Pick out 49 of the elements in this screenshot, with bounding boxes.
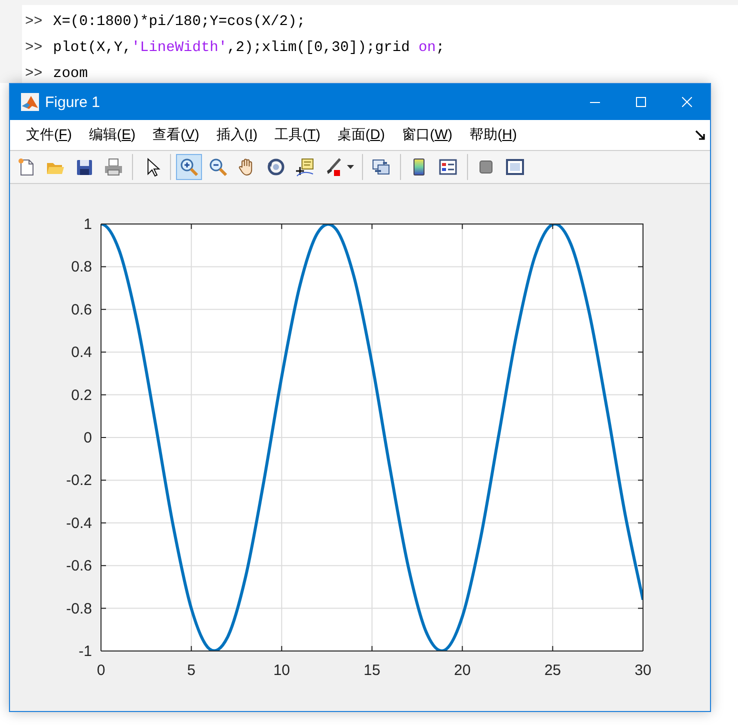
tick-label: 25 — [544, 662, 561, 679]
menu-item[interactable]: 桌面(D) — [329, 123, 394, 147]
tick-label: -1 — [78, 643, 92, 660]
code-line: X=(0:1800)*pi/180;Y=cos(X/2); — [53, 14, 306, 30]
tick-label: 10 — [273, 662, 290, 679]
save-icon — [74, 157, 94, 177]
tick-label: 0 — [96, 662, 106, 679]
tick-label: -0.6 — [66, 558, 92, 575]
menu-item[interactable]: 插入(I) — [208, 123, 267, 147]
legend-icon — [438, 157, 458, 177]
app-logo-icon — [21, 93, 39, 111]
code-line: plot(X,Y,'LineWidth',2);xlim([0,30]);grid on; — [53, 40, 445, 56]
window-title: Figure 1 — [45, 94, 102, 110]
zoom-out-icon — [208, 157, 228, 177]
tick-label: 0.6 — [71, 301, 92, 318]
menu-item[interactable]: 帮助(H) — [461, 123, 526, 147]
window-frame-icon — [505, 157, 525, 177]
tick-label: 30 — [634, 662, 652, 679]
menu-item[interactable]: 文件(F) — [18, 123, 81, 147]
caret-icon — [347, 165, 354, 169]
printer-icon — [103, 157, 123, 177]
zoom-in-icon — [179, 157, 199, 177]
menu-item[interactable]: 编辑(E) — [80, 123, 145, 147]
close-icon — [682, 97, 692, 107]
zoom-in-button[interactable] — [176, 154, 202, 180]
new-file-icon — [16, 157, 36, 177]
code-line: zoom — [53, 66, 88, 82]
tick-label: 15 — [364, 662, 380, 679]
linked-windows-icon — [371, 157, 391, 177]
overflow-arrow-icon[interactable] — [695, 130, 706, 140]
tick-label: -0.2 — [66, 472, 92, 490]
prompt: >> — [24, 14, 44, 30]
menu-item[interactable]: 查看(V) — [144, 123, 208, 147]
data-cursor-icon — [295, 157, 315, 177]
tick-label: 0.4 — [71, 344, 92, 362]
maximize-icon — [636, 97, 646, 107]
tick-label: -0.4 — [66, 514, 92, 532]
menu-item[interactable]: 工具(T) — [266, 123, 330, 147]
tick-label: 1 — [84, 216, 92, 233]
prompt: >> — [24, 66, 44, 82]
rotate-icon — [266, 157, 286, 177]
tick-label: 0 — [84, 430, 92, 446]
tick-label: 0.8 — [71, 258, 92, 276]
tick-label: -0.8 — [66, 600, 92, 618]
tick-label: 20 — [454, 662, 471, 679]
prompt: >> — [24, 40, 44, 56]
tick-label: 0.2 — [71, 386, 92, 404]
tick-label: 5 — [187, 662, 196, 679]
menu-item[interactable]: 窗口(W) — [394, 123, 462, 147]
